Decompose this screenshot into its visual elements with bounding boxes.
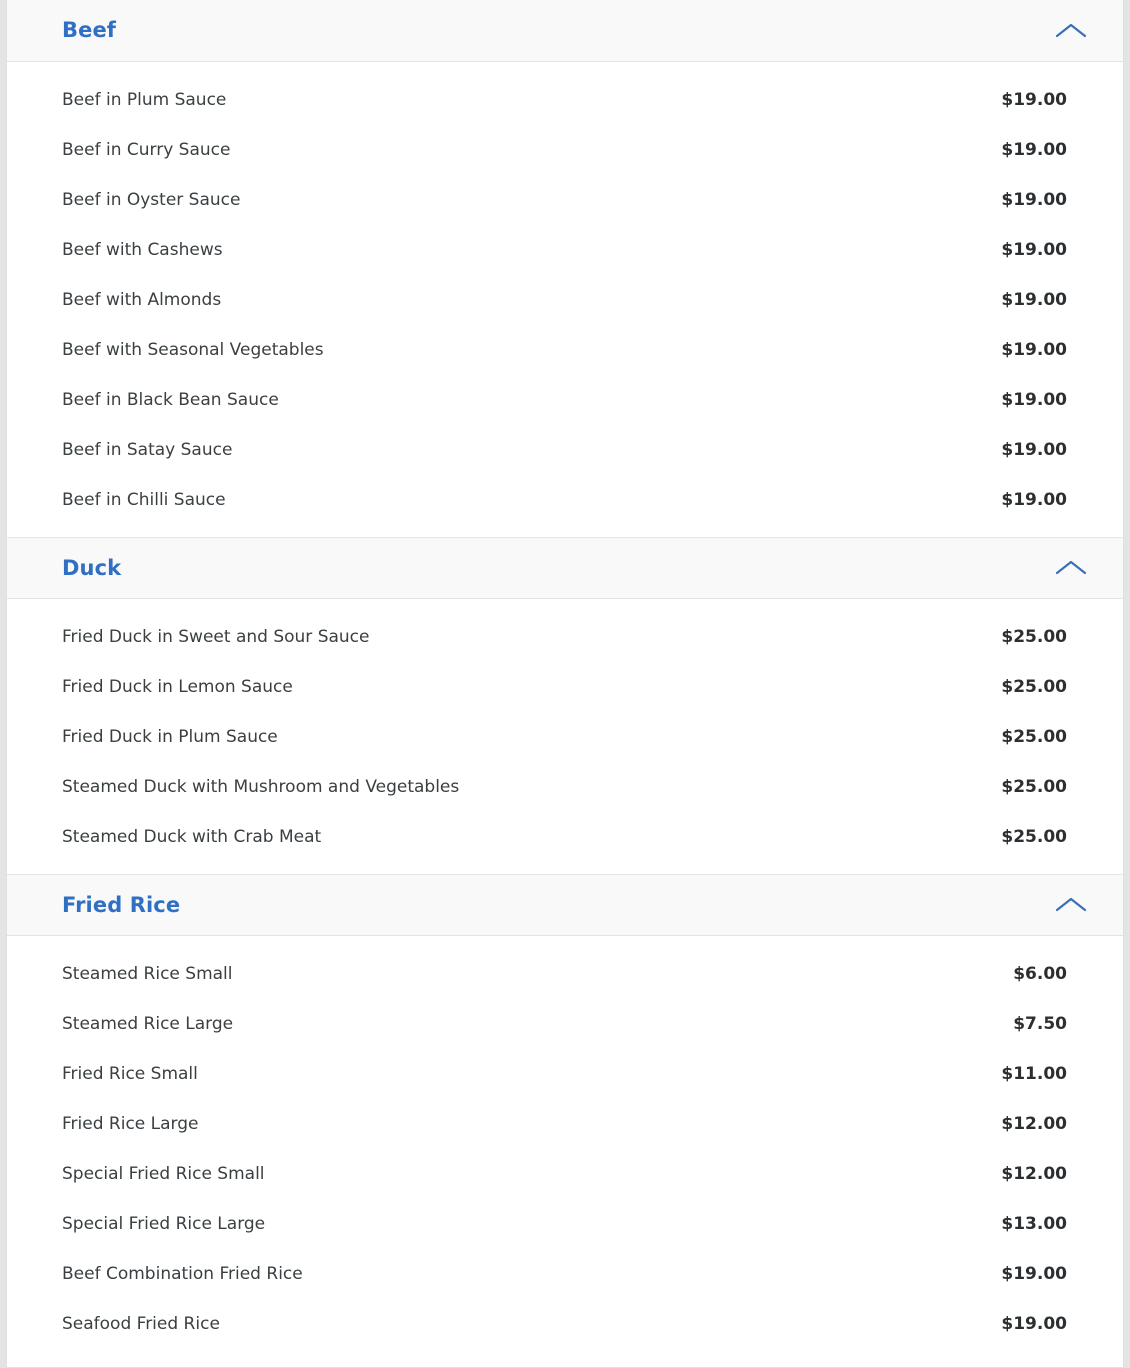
menu-item-row[interactable]: Beef Combination Fried Rice $19.00 [7, 1249, 1123, 1299]
menu-item-row[interactable]: Beef with Cashews $19.00 [7, 225, 1123, 275]
menu-item-price: $25.00 [1001, 776, 1067, 797]
menu-item-name: Steamed Duck with Mushroom and Vegetable… [62, 776, 460, 797]
menu-item-row[interactable]: Fried Duck in Lemon Sauce $25.00 [7, 662, 1123, 712]
menu-item-name: Beef in Satay Sauce [62, 439, 233, 460]
menu-section: Beef Beef in Plum Sauce $19.00 Beef in Curr… [7, 0, 1123, 537]
menu-item-price: $19.00 [1001, 239, 1067, 260]
menu-item-price: $25.00 [1001, 626, 1067, 647]
menu-item-name: Fried Duck in Lemon Sauce [62, 676, 293, 697]
menu-item-name: Steamed Rice Small [62, 963, 233, 984]
items-top-spacer [7, 936, 1123, 949]
menu-item-price: $25.00 [1001, 826, 1067, 847]
menu-item-price: $19.00 [1001, 139, 1067, 160]
menu-item-price: $19.00 [1001, 489, 1067, 510]
items-top-spacer [7, 62, 1123, 75]
menu-item-price: $7.50 [1013, 1013, 1067, 1034]
menu-item-price: $6.00 [1013, 963, 1067, 984]
menu-item-row[interactable]: Beef with Almonds $19.00 [7, 275, 1123, 325]
menu-item-row[interactable]: Fried Duck in Plum Sauce $25.00 [7, 712, 1123, 762]
menu-item-name: Special Fried Rice Large [62, 1213, 266, 1234]
menu-item-row[interactable]: Beef with Seasonal Vegetables $19.00 [7, 325, 1123, 375]
menu-item-row[interactable]: Beef in Black Bean Sauce $19.00 [7, 375, 1123, 425]
section-items: Fried Duck in Sweet and Sour Sauce $25.00… [7, 599, 1123, 874]
menu-item-name: Beef Combination Fried Rice [62, 1263, 303, 1284]
menu-item-price: $25.00 [1001, 726, 1067, 747]
menu-item-price: $19.00 [1001, 89, 1067, 110]
menu-item-name: Steamed Duck with Crab Meat [62, 826, 322, 847]
menu-item-price: $12.00 [1001, 1163, 1067, 1184]
menu-item-name: Beef in Plum Sauce [62, 89, 227, 110]
menu-item-row[interactable]: Steamed Rice Large $7.50 [7, 999, 1123, 1049]
menu-item-name: Beef with Cashews [62, 239, 223, 260]
items-top-spacer [7, 599, 1123, 612]
menu-item-name: Beef in Curry Sauce [62, 139, 231, 160]
card-bottom-edge [7, 1361, 1123, 1368]
menu-item-price: $19.00 [1001, 339, 1067, 360]
menu-item-price: $19.00 [1001, 189, 1067, 210]
chevron-up-icon[interactable] [1051, 893, 1091, 917]
section-items: Steamed Rice Small $6.00 Steamed Rice Larg… [7, 936, 1123, 1361]
section-header-duck[interactable]: Duck [7, 537, 1123, 599]
menu-item-name: Seafood Fried Rice [62, 1313, 220, 1334]
items-bottom-spacer [7, 862, 1123, 874]
menu-item-price: $19.00 [1001, 289, 1067, 310]
menu-item-price: $19.00 [1001, 1313, 1067, 1334]
menu-item-row[interactable]: Fried Duck in Sweet and Sour Sauce $25.00 [7, 612, 1123, 662]
section-title: Beef [62, 18, 117, 42]
menu-item-row[interactable]: Beef in Plum Sauce $19.00 [7, 75, 1123, 125]
menu-item-row[interactable]: Steamed Duck with Crab Meat $25.00 [7, 812, 1123, 862]
menu-item-name: Beef in Chilli Sauce [62, 489, 226, 510]
section-title: Duck [62, 555, 122, 580]
menu-item-row[interactable]: Steamed Rice Small $6.00 [7, 949, 1123, 999]
menu-item-row[interactable]: Fried Rice Large $12.00 [7, 1099, 1123, 1149]
menu-item-price: $19.00 [1001, 1263, 1067, 1284]
menu-item-price: $25.00 [1001, 676, 1067, 697]
menu-item-row[interactable]: Special Fried Rice Small $12.00 [7, 1149, 1123, 1199]
menu-item-price: $11.00 [1001, 1063, 1067, 1084]
menu-item-row[interactable]: Beef in Oyster Sauce $19.00 [7, 175, 1123, 225]
menu-item-price: $12.00 [1001, 1113, 1067, 1134]
menu-item-name: Beef in Black Bean Sauce [62, 389, 279, 410]
menu-card: Beef Beef in Plum Sauce $19.00 Beef in Curr… [6, 0, 1124, 1368]
menu-item-row[interactable]: Beef in Chilli Sauce $19.00 [7, 475, 1123, 525]
menu-item-name: Beef in Oyster Sauce [62, 189, 241, 210]
section-header-beef[interactable]: Beef [7, 0, 1123, 62]
menu-item-price: $19.00 [1001, 439, 1067, 460]
menu-item-row[interactable]: Special Fried Rice Large $13.00 [7, 1199, 1123, 1249]
menu-item-row[interactable]: Steamed Duck with Mushroom and Vegetable… [7, 762, 1123, 812]
chevron-up-icon[interactable] [1051, 19, 1091, 43]
chevron-up-icon[interactable] [1051, 556, 1091, 580]
menu-item-name: Fried Duck in Plum Sauce [62, 726, 278, 747]
items-bottom-spacer [7, 1349, 1123, 1361]
menu-item-name: Fried Rice Small [62, 1063, 198, 1084]
menu-item-name: Steamed Rice Large [62, 1013, 234, 1034]
menu-item-row[interactable]: Beef in Curry Sauce $19.00 [7, 125, 1123, 175]
menu-item-name: Beef with Almonds [62, 289, 222, 310]
menu-item-row[interactable]: Beef in Satay Sauce $19.00 [7, 425, 1123, 475]
menu-item-row[interactable]: Seafood Fried Rice $19.00 [7, 1299, 1123, 1349]
menu-item-price: $13.00 [1001, 1213, 1067, 1234]
section-title: Fried Rice [62, 892, 181, 917]
section-header-fried-rice[interactable]: Fried Rice [7, 874, 1123, 936]
menu-item-name: Fried Duck in Sweet and Sour Sauce [62, 626, 370, 647]
menu-section: Fried Rice Steamed Rice Small $6.00 Steamed… [7, 874, 1123, 1361]
items-bottom-spacer [7, 525, 1123, 537]
menu-item-row[interactable]: Fried Rice Small $11.00 [7, 1049, 1123, 1099]
menu-item-name: Beef with Seasonal Vegetables [62, 339, 324, 360]
menu-section: Duck Fried Duck in Sweet and Sour Sauce $2… [7, 537, 1123, 874]
menu-item-name: Special Fried Rice Small [62, 1163, 265, 1184]
section-items: Beef in Plum Sauce $19.00 Beef in Curry Sa… [7, 62, 1123, 537]
menu-item-price: $19.00 [1001, 389, 1067, 410]
menu-item-name: Fried Rice Large [62, 1113, 199, 1134]
